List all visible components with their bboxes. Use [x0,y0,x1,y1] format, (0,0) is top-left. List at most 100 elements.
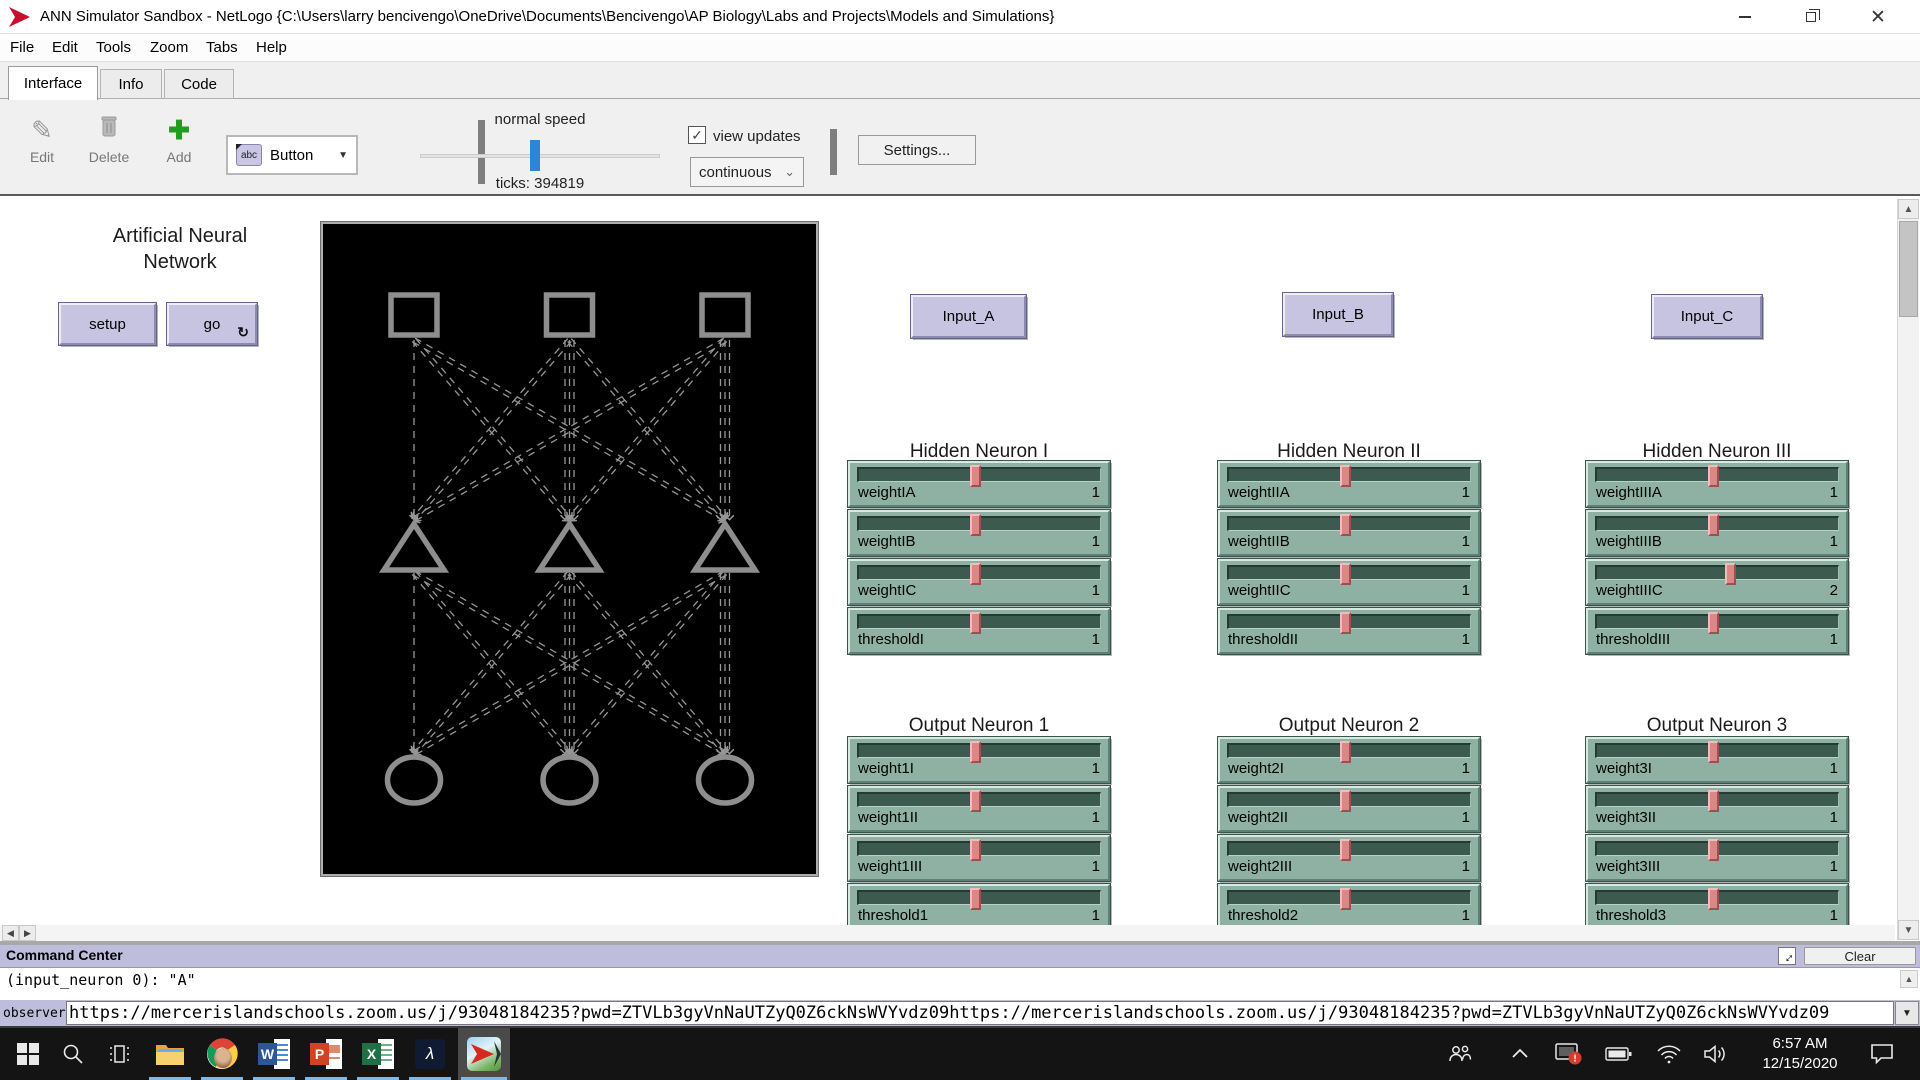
notification-icon[interactable]: ! [1552,1028,1586,1080]
start-button[interactable] [6,1028,50,1080]
slider-weight3I[interactable]: weight3I1 [1586,737,1848,783]
slider-track[interactable] [1227,890,1471,905]
slider-track[interactable] [1595,841,1839,856]
slider-track[interactable] [857,516,1101,531]
slider-track[interactable] [1227,565,1471,580]
slider-handle[interactable] [1708,888,1719,910]
slider-weight2II[interactable]: weight2II1 [1218,786,1480,832]
volume-icon[interactable] [1698,1028,1734,1080]
update-mode-select[interactable]: continuous ⌄ [690,157,804,187]
battery-icon[interactable] [1602,1028,1636,1080]
slider-handle[interactable] [1340,888,1351,910]
input-b-button[interactable]: Input_B [1283,293,1393,336]
slider-handle[interactable] [970,465,981,487]
slider-weight1III[interactable]: weight1III1 [848,835,1110,881]
netlogo-taskbar-button[interactable] [458,1028,510,1080]
slider-thresholdI[interactable]: thresholdI1 [848,608,1110,654]
slider-handle[interactable] [970,563,981,585]
output-scroll-up-button[interactable]: ▲ [1900,970,1918,988]
menu-tools[interactable]: Tools [96,39,131,56]
input-a-button[interactable]: Input_A [911,295,1026,338]
slider-track[interactable] [857,890,1101,905]
slider-track[interactable] [1595,614,1839,629]
slider-handle[interactable] [1708,839,1719,861]
slider-handle[interactable] [1708,612,1719,634]
slider-track[interactable] [1227,743,1471,758]
slider-track[interactable] [1227,841,1471,856]
slider-handle[interactable] [1708,741,1719,763]
action-center-icon[interactable] [1862,1028,1902,1080]
slider-handle[interactable] [1340,563,1351,585]
slider-weight2III[interactable]: weight2III1 [1218,835,1480,881]
speed-slider-handle[interactable] [530,140,540,171]
slider-thresholdIII[interactable]: thresholdIII1 [1586,608,1848,654]
slider-handle[interactable] [1340,465,1351,487]
slider-track[interactable] [857,614,1101,629]
close-button[interactable]: ✕ [1850,0,1906,34]
slider-handle[interactable] [1340,839,1351,861]
speed-slider-track[interactable] [420,154,660,158]
slider-track[interactable] [1595,890,1839,905]
clear-button[interactable]: Clear [1804,947,1916,965]
expand-icon[interactable]: ↔ [1778,947,1796,965]
add-tool[interactable]: ✚ Add [156,113,202,165]
slider-handle[interactable] [1708,514,1719,536]
search-button[interactable] [50,1028,96,1080]
slider-handle[interactable] [970,514,981,536]
slider-weight1II[interactable]: weight1II1 [848,786,1110,832]
menu-zoom[interactable]: Zoom [150,39,188,56]
delete-tool[interactable]: Delete [80,113,138,165]
setup-button[interactable]: setup [59,303,156,345]
slider-weight3II[interactable]: weight3II1 [1586,786,1848,832]
scroll-left-button[interactable]: ◀ [2,925,19,941]
slider-handle[interactable] [1340,612,1351,634]
scroll-up-button[interactable]: ▲ [1898,199,1919,219]
slider-weightIB[interactable]: weightIB1 [848,510,1110,556]
slider-handle[interactable] [970,612,981,634]
input-c-button[interactable]: Input_C [1652,295,1762,338]
slider-track[interactable] [1595,792,1839,807]
task-view-button[interactable] [96,1028,142,1080]
tab-info[interactable]: Info [100,69,162,99]
slider-track[interactable] [1595,467,1839,482]
slider-track[interactable] [857,565,1101,580]
tab-code[interactable]: Code [164,69,234,99]
command-input[interactable]: https://mercerislandschools.zoom.us/j/93… [66,1001,1894,1025]
slider-weightIIIA[interactable]: weightIIIA1 [1586,461,1848,507]
slider-threshold1[interactable]: threshold11 [848,884,1110,930]
taskbar-clock[interactable]: 6:57 AM 12/15/2020 [1748,1034,1852,1074]
history-dropdown-button[interactable]: ▼ [1895,1001,1919,1025]
slider-thresholdII[interactable]: thresholdII1 [1218,608,1480,654]
scroll-down-button[interactable]: ▼ [1898,920,1919,940]
slider-handle[interactable] [1340,514,1351,536]
horizontal-scrollbar[interactable]: ◀ ▶ [0,925,1895,941]
settings-button[interactable]: Settings... [858,135,976,165]
slider-weightIC[interactable]: weightIC1 [848,559,1110,605]
menu-edit[interactable]: Edit [52,39,78,56]
slider-track[interactable] [857,792,1101,807]
slider-weightIIA[interactable]: weightIIA1 [1218,461,1480,507]
slider-track[interactable] [1227,516,1471,531]
slider-handle[interactable] [1708,790,1719,812]
slider-track[interactable] [1227,614,1471,629]
slider-weight2I[interactable]: weight2I1 [1218,737,1480,783]
slider-track[interactable] [1595,743,1839,758]
vertical-scrollbar[interactable]: ▲ ▼ [1897,199,1919,940]
slider-handle[interactable] [970,888,981,910]
edit-tool[interactable]: ✎ Edit [16,113,68,165]
slider-track[interactable] [1595,516,1839,531]
slider-weightIIIB[interactable]: weightIIIB1 [1586,510,1848,556]
go-button[interactable]: go ↻ [167,303,257,345]
slider-weight1I[interactable]: weight1I1 [848,737,1110,783]
slider-weightIIIC[interactable]: weightIIIC2 [1586,559,1848,605]
people-icon[interactable] [1445,1028,1475,1080]
chrome-button[interactable] [197,1028,247,1080]
menu-file[interactable]: File [10,39,34,56]
word-button[interactable]: W [249,1028,299,1080]
slider-handle[interactable] [970,741,981,763]
acrobat-button[interactable]: λ [405,1028,455,1080]
slider-handle[interactable] [970,839,981,861]
slider-handle[interactable] [970,790,981,812]
slider-track[interactable] [857,743,1101,758]
slider-weight3III[interactable]: weight3III1 [1586,835,1848,881]
